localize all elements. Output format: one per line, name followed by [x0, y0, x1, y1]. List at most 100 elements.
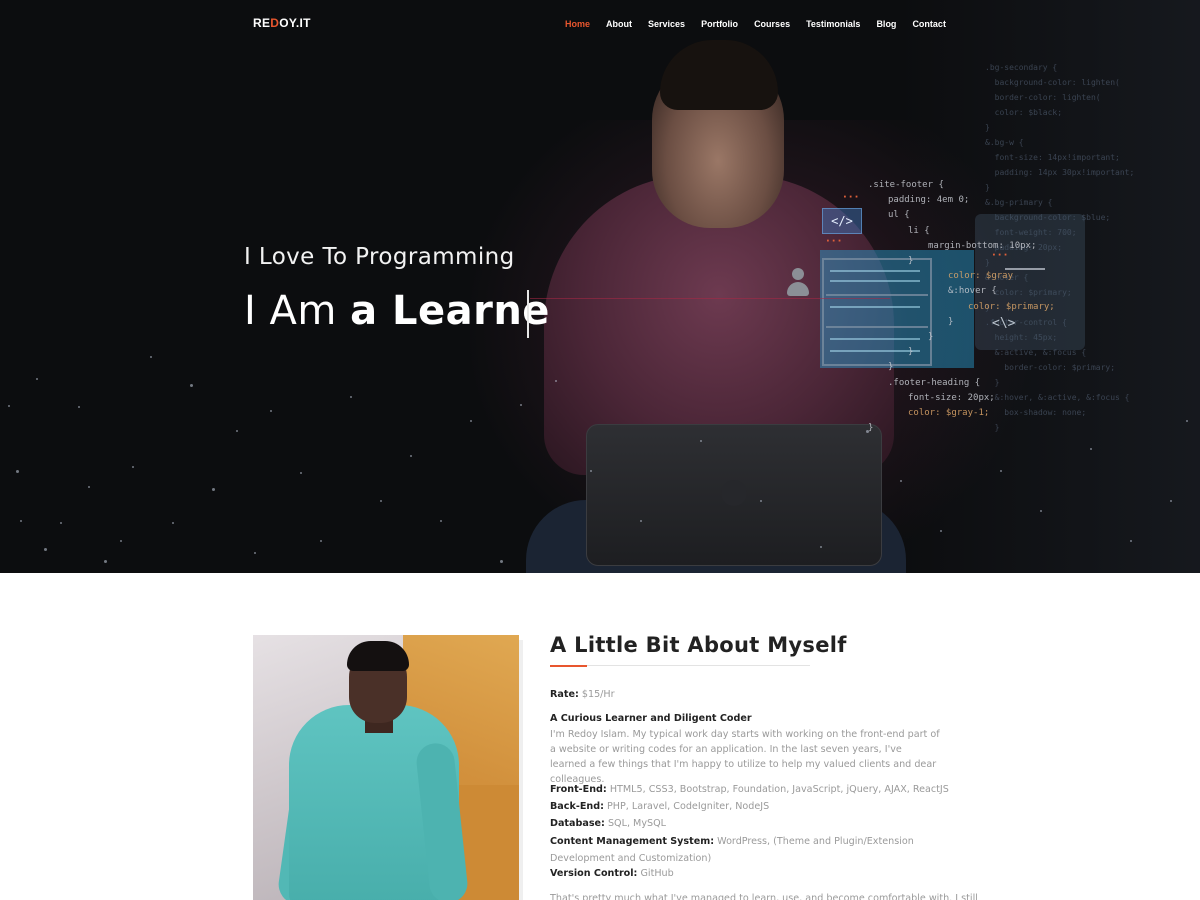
logo-accent-letter: D: [270, 16, 280, 30]
user-icon: [786, 268, 810, 298]
particle: [20, 520, 22, 522]
particle: [410, 455, 412, 457]
profile-photo: [253, 635, 519, 900]
particle: [236, 430, 238, 432]
particle: [500, 560, 503, 563]
particle: [212, 488, 215, 491]
particle: [132, 466, 134, 468]
particle: [640, 520, 642, 522]
code-line: color: $gray-1;: [908, 408, 990, 419]
skill-label: Front-End:: [550, 784, 607, 795]
nav-services[interactable]: Services: [648, 18, 685, 30]
code-line: }: [948, 316, 954, 327]
code-line: }: [908, 347, 914, 358]
laptop-image: [586, 424, 882, 566]
code-line: padding: 4em 0;: [888, 195, 970, 206]
code-line: .site-footer {: [868, 180, 944, 190]
particle: [940, 530, 942, 532]
particle: [590, 470, 592, 472]
particle: [88, 486, 90, 488]
skill-value: GitHub: [640, 868, 674, 879]
particle: [190, 384, 193, 387]
particle: [1130, 540, 1132, 542]
rate-line: Rate: $15/Hr: [550, 687, 950, 702]
particle: [350, 396, 352, 398]
site-logo[interactable]: REDOY.IT: [253, 16, 311, 30]
code-line: }: [888, 362, 894, 373]
skill-label: Database:: [550, 818, 605, 829]
particle: [470, 420, 472, 422]
code-line: ul {: [888, 210, 910, 221]
skill-value: SQL, MySQL: [607, 818, 666, 829]
rate-label: Rate:: [550, 689, 579, 700]
about-outro: That's pretty much what I've managed to …: [550, 893, 978, 900]
hero-title-light: I Am: [244, 288, 351, 334]
code-line: li {: [908, 225, 930, 236]
accent-line: [530, 298, 890, 299]
laptop-logo: [721, 480, 747, 506]
particle: [36, 378, 38, 380]
code-line: }: [868, 423, 874, 434]
particle: [104, 560, 107, 563]
particle: [1000, 470, 1002, 472]
particle: [150, 356, 152, 358]
about-intro: I'm Redoy Islam. My typical work day sta…: [550, 729, 940, 785]
particle: [320, 540, 322, 542]
particle: [120, 540, 122, 542]
person-hair: [660, 40, 778, 110]
nav-courses[interactable]: Courses: [754, 18, 790, 30]
particle: [8, 405, 10, 407]
particle: [520, 404, 522, 406]
particle: [172, 522, 174, 524]
particle: [380, 500, 382, 502]
hero-title-typed: a Learne: [350, 288, 550, 334]
hero-subtitle: I Love To Programming: [244, 244, 515, 270]
particle: [270, 410, 272, 412]
skill-back-end: Back-End: PHP, Laravel, CodeIgniter, Nod…: [550, 799, 950, 814]
particle: [760, 500, 762, 502]
particle: [1186, 420, 1188, 422]
code-line: }: [908, 256, 914, 267]
photo-hair: [347, 641, 409, 671]
particle: [78, 406, 80, 408]
particle: [1040, 510, 1042, 512]
hero-title: I Am a Learne: [244, 288, 550, 334]
typing-cursor: [527, 290, 529, 338]
skill-front-end: Front-End: HTML5, CSS3, Bootstrap, Found…: [550, 782, 950, 797]
particle: [1170, 500, 1172, 502]
skill-version-control: Version Control: GitHub: [550, 866, 950, 881]
nav-contact[interactable]: Contact: [912, 18, 946, 30]
skill-value: HTML5, CSS3, Bootstrap, Foundation, Java…: [609, 784, 949, 795]
particle: [44, 548, 47, 551]
particle: [300, 472, 302, 474]
about-heading: A Curious Learner and Diligent Coder: [550, 713, 752, 724]
particle: [820, 546, 822, 548]
dots-icon: ···: [843, 192, 861, 203]
logo-text: RE: [253, 16, 271, 30]
skill-label: Content Management System:: [550, 836, 715, 847]
skill-label: Version Control:: [550, 868, 638, 879]
code-line: }: [928, 332, 934, 343]
particle: [866, 430, 869, 433]
hero-section: .bg-secondary { background-color: lighte…: [0, 0, 1200, 573]
particle: [1090, 448, 1092, 450]
main-nav: Home About Services Portfolio Courses Te…: [565, 18, 962, 30]
code-line: margin-bottom: 10px;: [928, 240, 1037, 251]
dots-icon: ···: [826, 236, 844, 247]
nav-testimonials[interactable]: Testimonials: [806, 18, 860, 30]
logo-text: OY.IT: [279, 16, 311, 30]
code-snippet: .site-footer { padding: 4em 0; ul { li { mar…: [868, 178, 1128, 436]
nav-blog[interactable]: Blog: [876, 18, 896, 30]
nav-home[interactable]: Home: [565, 18, 590, 30]
skill-cms: Content Management System: WordPress, (T…: [550, 833, 950, 867]
nav-about[interactable]: About: [606, 18, 632, 30]
particle: [440, 520, 442, 522]
nav-portfolio[interactable]: Portfolio: [701, 18, 738, 30]
skill-database: Database: SQL, MySQL: [550, 816, 950, 831]
about-title: A Little Bit About Myself: [550, 633, 847, 657]
rate-value: $15/Hr: [581, 689, 615, 700]
particle: [16, 470, 19, 473]
particle: [900, 480, 902, 482]
code-line: &:hover {: [948, 286, 997, 297]
code-line: font-size: 20px;: [908, 392, 995, 403]
